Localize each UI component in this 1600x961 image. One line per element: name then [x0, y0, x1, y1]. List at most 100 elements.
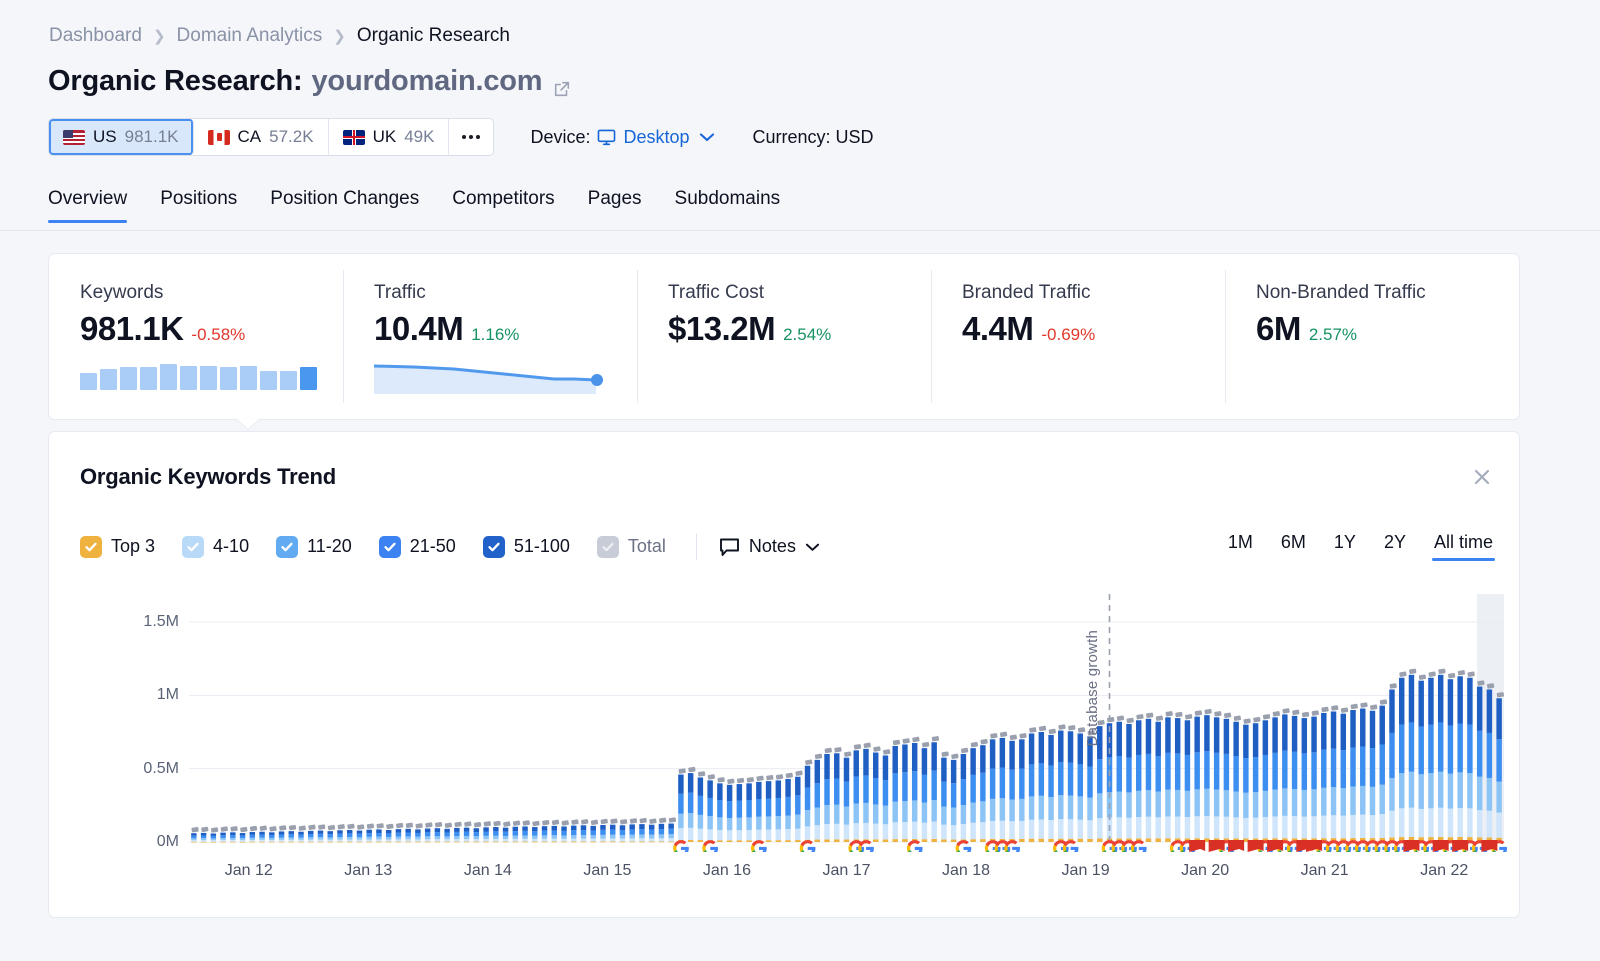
checkbox-total[interactable] [596, 535, 619, 558]
chevron-right-icon: ❯ [152, 28, 166, 45]
x-axis-tick: Jan 13 [344, 862, 393, 879]
legend-item-total[interactable]: Total [596, 535, 666, 558]
range-button-2y[interactable]: 2Y [1384, 532, 1406, 561]
legend-item-11-20[interactable]: 11-20 [276, 535, 352, 558]
legend-divider [695, 533, 697, 560]
checkbox-51-100[interactable] [482, 535, 505, 558]
y-axis-tick: 0.5M [143, 759, 179, 777]
breadcrumb: Dashboard ❯ Domain Analytics ❯ Organic R… [49, 25, 510, 47]
keywords-sparkline-bars [80, 364, 343, 390]
checkbox-4-10[interactable] [182, 535, 205, 558]
range-button-all-time[interactable]: All time [1431, 532, 1496, 561]
section-tabs: Overview Positions Position Changes Comp… [48, 188, 813, 223]
more-countries-button[interactable] [449, 119, 494, 155]
breadcrumb-item-organic-research: Organic Research [356, 25, 510, 46]
legend-label: 4-10 [213, 536, 250, 556]
card-pointer-caret [236, 418, 260, 429]
legend-item-21-50[interactable]: 21-50 [378, 535, 456, 558]
checkbox-top-3[interactable] [80, 535, 102, 558]
y-axis-tick: 0M [156, 833, 179, 850]
breadcrumb-item-dashboard[interactable]: Dashboard [49, 25, 142, 47]
country-chip-us[interactable]: US 981.1K [49, 119, 194, 155]
chevron-right-icon: ❯ [333, 28, 346, 45]
metric-card-traffic-cost[interactable]: Traffic Cost $13.2M 2.54% [637, 254, 931, 419]
external-link-icon[interactable] [553, 73, 571, 96]
page-title: Organic Research: yourdomain.com [48, 65, 571, 98]
device-filter[interactable]: Device: Desktop [530, 127, 714, 148]
country-code-us: US [93, 127, 117, 146]
range-button-6m[interactable]: 6M [1281, 532, 1306, 561]
checkbox-11-20[interactable] [276, 535, 299, 558]
database-growth-annotation: Database growth [1083, 630, 1101, 747]
keywords-trend-chart[interactable] [49, 592, 1521, 852]
metric-card-traffic[interactable]: Traffic 10.4M 1.16% [343, 254, 637, 419]
breadcrumb-item-domain-analytics[interactable]: Domain Analytics [177, 25, 323, 47]
metric-label: Keywords [80, 282, 164, 303]
tab-pages[interactable]: Pages [588, 188, 642, 223]
metric-value: 981.1K [80, 310, 184, 347]
metric-value: 6M [1256, 310, 1301, 347]
metric-delta: 2.54% [783, 325, 832, 344]
y-axis-tick: 1M [156, 686, 179, 704]
tab-subdomains[interactable]: Subdomains [675, 188, 781, 223]
country-code-uk: UK [372, 127, 397, 146]
us-flag-icon [63, 129, 85, 145]
tab-competitors[interactable]: Competitors [452, 188, 554, 223]
panel-title: Organic Keywords Trend [80, 464, 337, 489]
chart-legend: Top 3 4-10 11-20 21-50 51-100 Total Note… [80, 532, 1496, 561]
metrics-summary-card: Keywords 981.1K -0.58% Traffic 10.4M 1.1… [48, 253, 1520, 420]
tab-overview[interactable]: Overview [48, 188, 128, 223]
organic-keywords-trend-panel: Organic Keywords Trend Top 3 4-10 11-20 … [48, 431, 1520, 918]
range-button-1y[interactable]: 1Y [1334, 532, 1356, 561]
metric-label: Non-Branded Traffic [1256, 282, 1426, 303]
legend-item-top-3[interactable]: Top 3 [80, 535, 155, 558]
country-chip-ca[interactable]: CA 57.2K [193, 119, 329, 155]
x-axis-tick: Jan 15 [583, 862, 632, 879]
metric-delta: -0.58% [191, 325, 246, 344]
tabs-divider [0, 230, 1600, 231]
country-code-ca: CA [237, 127, 262, 146]
x-axis-tick: Jan 20 [1181, 862, 1230, 879]
x-axis-tick: Jan 16 [702, 862, 751, 879]
x-axis-tick: Jan 19 [1061, 862, 1110, 879]
device-value: Desktop [623, 126, 690, 147]
country-chip-uk[interactable]: UK 49K [328, 119, 450, 155]
metric-delta: -0.69% [1041, 325, 1096, 344]
page-title-prefix: Organic Research: [48, 65, 303, 97]
legend-label: 51-100 [513, 536, 570, 556]
legend-label: Total [627, 536, 666, 556]
notes-label: Notes [748, 536, 796, 556]
checkbox-21-50[interactable] [378, 535, 401, 558]
range-button-1m[interactable]: 1M [1228, 532, 1253, 561]
legend-label: 11-20 [307, 536, 352, 556]
time-range-selector: 1M 6M 1Y 2Y All time [1200, 532, 1496, 561]
metric-delta: 1.16% [471, 325, 520, 344]
device-label: Device: [530, 126, 591, 147]
metric-card-branded-traffic[interactable]: Branded Traffic 4.4M -0.69% [931, 254, 1225, 419]
metric-card-non-branded-traffic[interactable]: Non-Branded Traffic 6M 2.57% [1225, 254, 1519, 419]
chart-plot-area[interactable]: 0M 0.5M 1M 1.5M Jan 12 Jan 13 Jan 14 Jan 15 Jan… [49, 592, 1521, 919]
metric-label: Branded Traffic [962, 282, 1091, 303]
close-icon[interactable] [1471, 466, 1493, 488]
x-axis-tick: Jan 21 [1300, 862, 1349, 879]
legend-item-51-100[interactable]: 51-100 [482, 535, 570, 558]
x-axis-tick: Jan 12 [224, 862, 273, 879]
legend-label: 21-50 [409, 536, 456, 556]
x-axis-tick: Jan 22 [1420, 862, 1469, 879]
notes-button[interactable]: Notes [719, 536, 820, 557]
metric-label: Traffic [374, 282, 426, 303]
metric-card-keywords[interactable]: Keywords 981.1K -0.58% [49, 254, 343, 419]
tab-positions[interactable]: Positions [160, 188, 237, 223]
country-value-ca: 57.2K [269, 127, 314, 146]
x-axis-tick: Jan 18 [942, 862, 991, 879]
legend-item-4-10[interactable]: 4-10 [182, 535, 250, 558]
metric-value: 4.4M [962, 310, 1034, 347]
chevron-down-icon [699, 132, 715, 142]
x-axis-tick: Jan 17 [822, 862, 871, 879]
monitor-icon [597, 129, 616, 146]
tab-position-changes[interactable]: Position Changes [270, 188, 419, 223]
note-icon [719, 537, 740, 557]
uk-flag-icon [342, 129, 365, 145]
organic-research-page: Dashboard ❯ Domain Analytics ❯ Organic R… [0, 0, 1600, 961]
country-value-us: 981.1K [124, 127, 179, 146]
